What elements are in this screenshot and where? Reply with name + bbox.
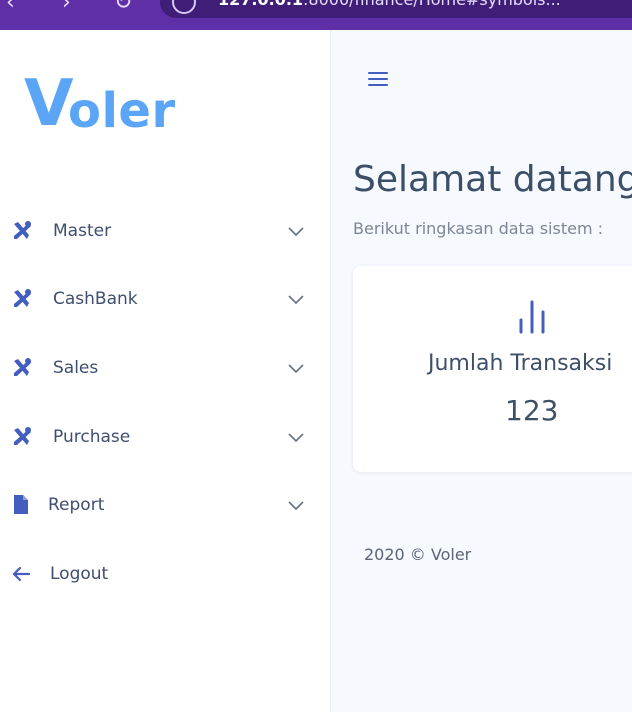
sidebar-item-master[interactable]: Master xyxy=(0,208,330,254)
page-subtitle: Berikut ringkasan data sistem : xyxy=(353,219,604,238)
chevron-down-icon xyxy=(288,295,304,305)
page-title: Selamat datang xyxy=(353,159,632,200)
file-icon xyxy=(14,495,28,514)
url-text[interactable]: 127.0.0.1:8000/finance/Home#symbols... xyxy=(218,0,561,9)
bar-chart-icon xyxy=(519,300,545,334)
sidebar-item-label: Report xyxy=(48,495,105,515)
url-host: 127.0.0.1 xyxy=(218,0,303,9)
stat-label: Jumlah Transaksi xyxy=(428,351,613,376)
chevron-down-icon xyxy=(288,227,304,237)
sidebar-item-logout[interactable]: Logout xyxy=(0,551,330,597)
sidebar-item-sales[interactable]: Sales xyxy=(0,345,330,391)
tools-icon xyxy=(14,221,31,239)
sidebar-item-label: Logout xyxy=(50,564,109,584)
sidebar-item-cashbank[interactable]: CashBank xyxy=(0,276,330,322)
forward-arrow-icon[interactable]: › xyxy=(62,0,71,14)
menu-toggle-icon[interactable] xyxy=(367,68,389,90)
tools-icon xyxy=(14,427,31,445)
main-content: Selamat datang Berikut ringkasan data si… xyxy=(331,30,632,712)
stat-value: 123 xyxy=(505,394,559,427)
back-arrow-icon[interactable]: ‹ xyxy=(6,0,15,14)
tools-icon xyxy=(14,358,31,376)
sidebar: V oler Master CashBank Sales Purchase Re… xyxy=(0,30,331,712)
stat-card: Jumlah Transaksi 123 xyxy=(353,266,632,472)
reload-icon[interactable]: ↻ xyxy=(114,0,132,14)
tools-icon xyxy=(14,289,31,307)
sidebar-item-report[interactable]: Report xyxy=(0,482,330,528)
chevron-down-icon xyxy=(288,364,304,374)
sidebar-item-purchase[interactable]: Purchase xyxy=(0,414,330,460)
logo-initial: V xyxy=(24,67,74,141)
sidebar-item-label: Master xyxy=(53,221,112,241)
sidebar-item-label: Sales xyxy=(53,358,99,378)
logo-rest: oler xyxy=(68,83,176,139)
chevron-down-icon xyxy=(288,433,304,443)
sidebar-item-label: CashBank xyxy=(53,289,138,309)
chevron-down-icon xyxy=(288,501,304,511)
footer-text: 2020 © Voler xyxy=(364,545,472,564)
url-path: :8000/finance/Home#symbols... xyxy=(303,0,561,9)
arrow-left-icon xyxy=(12,566,31,582)
browser-toolbar: ‹ › ↻ 127.0.0.1:8000/finance/Home#symbol… xyxy=(0,0,632,30)
sidebar-item-label: Purchase xyxy=(53,427,131,447)
